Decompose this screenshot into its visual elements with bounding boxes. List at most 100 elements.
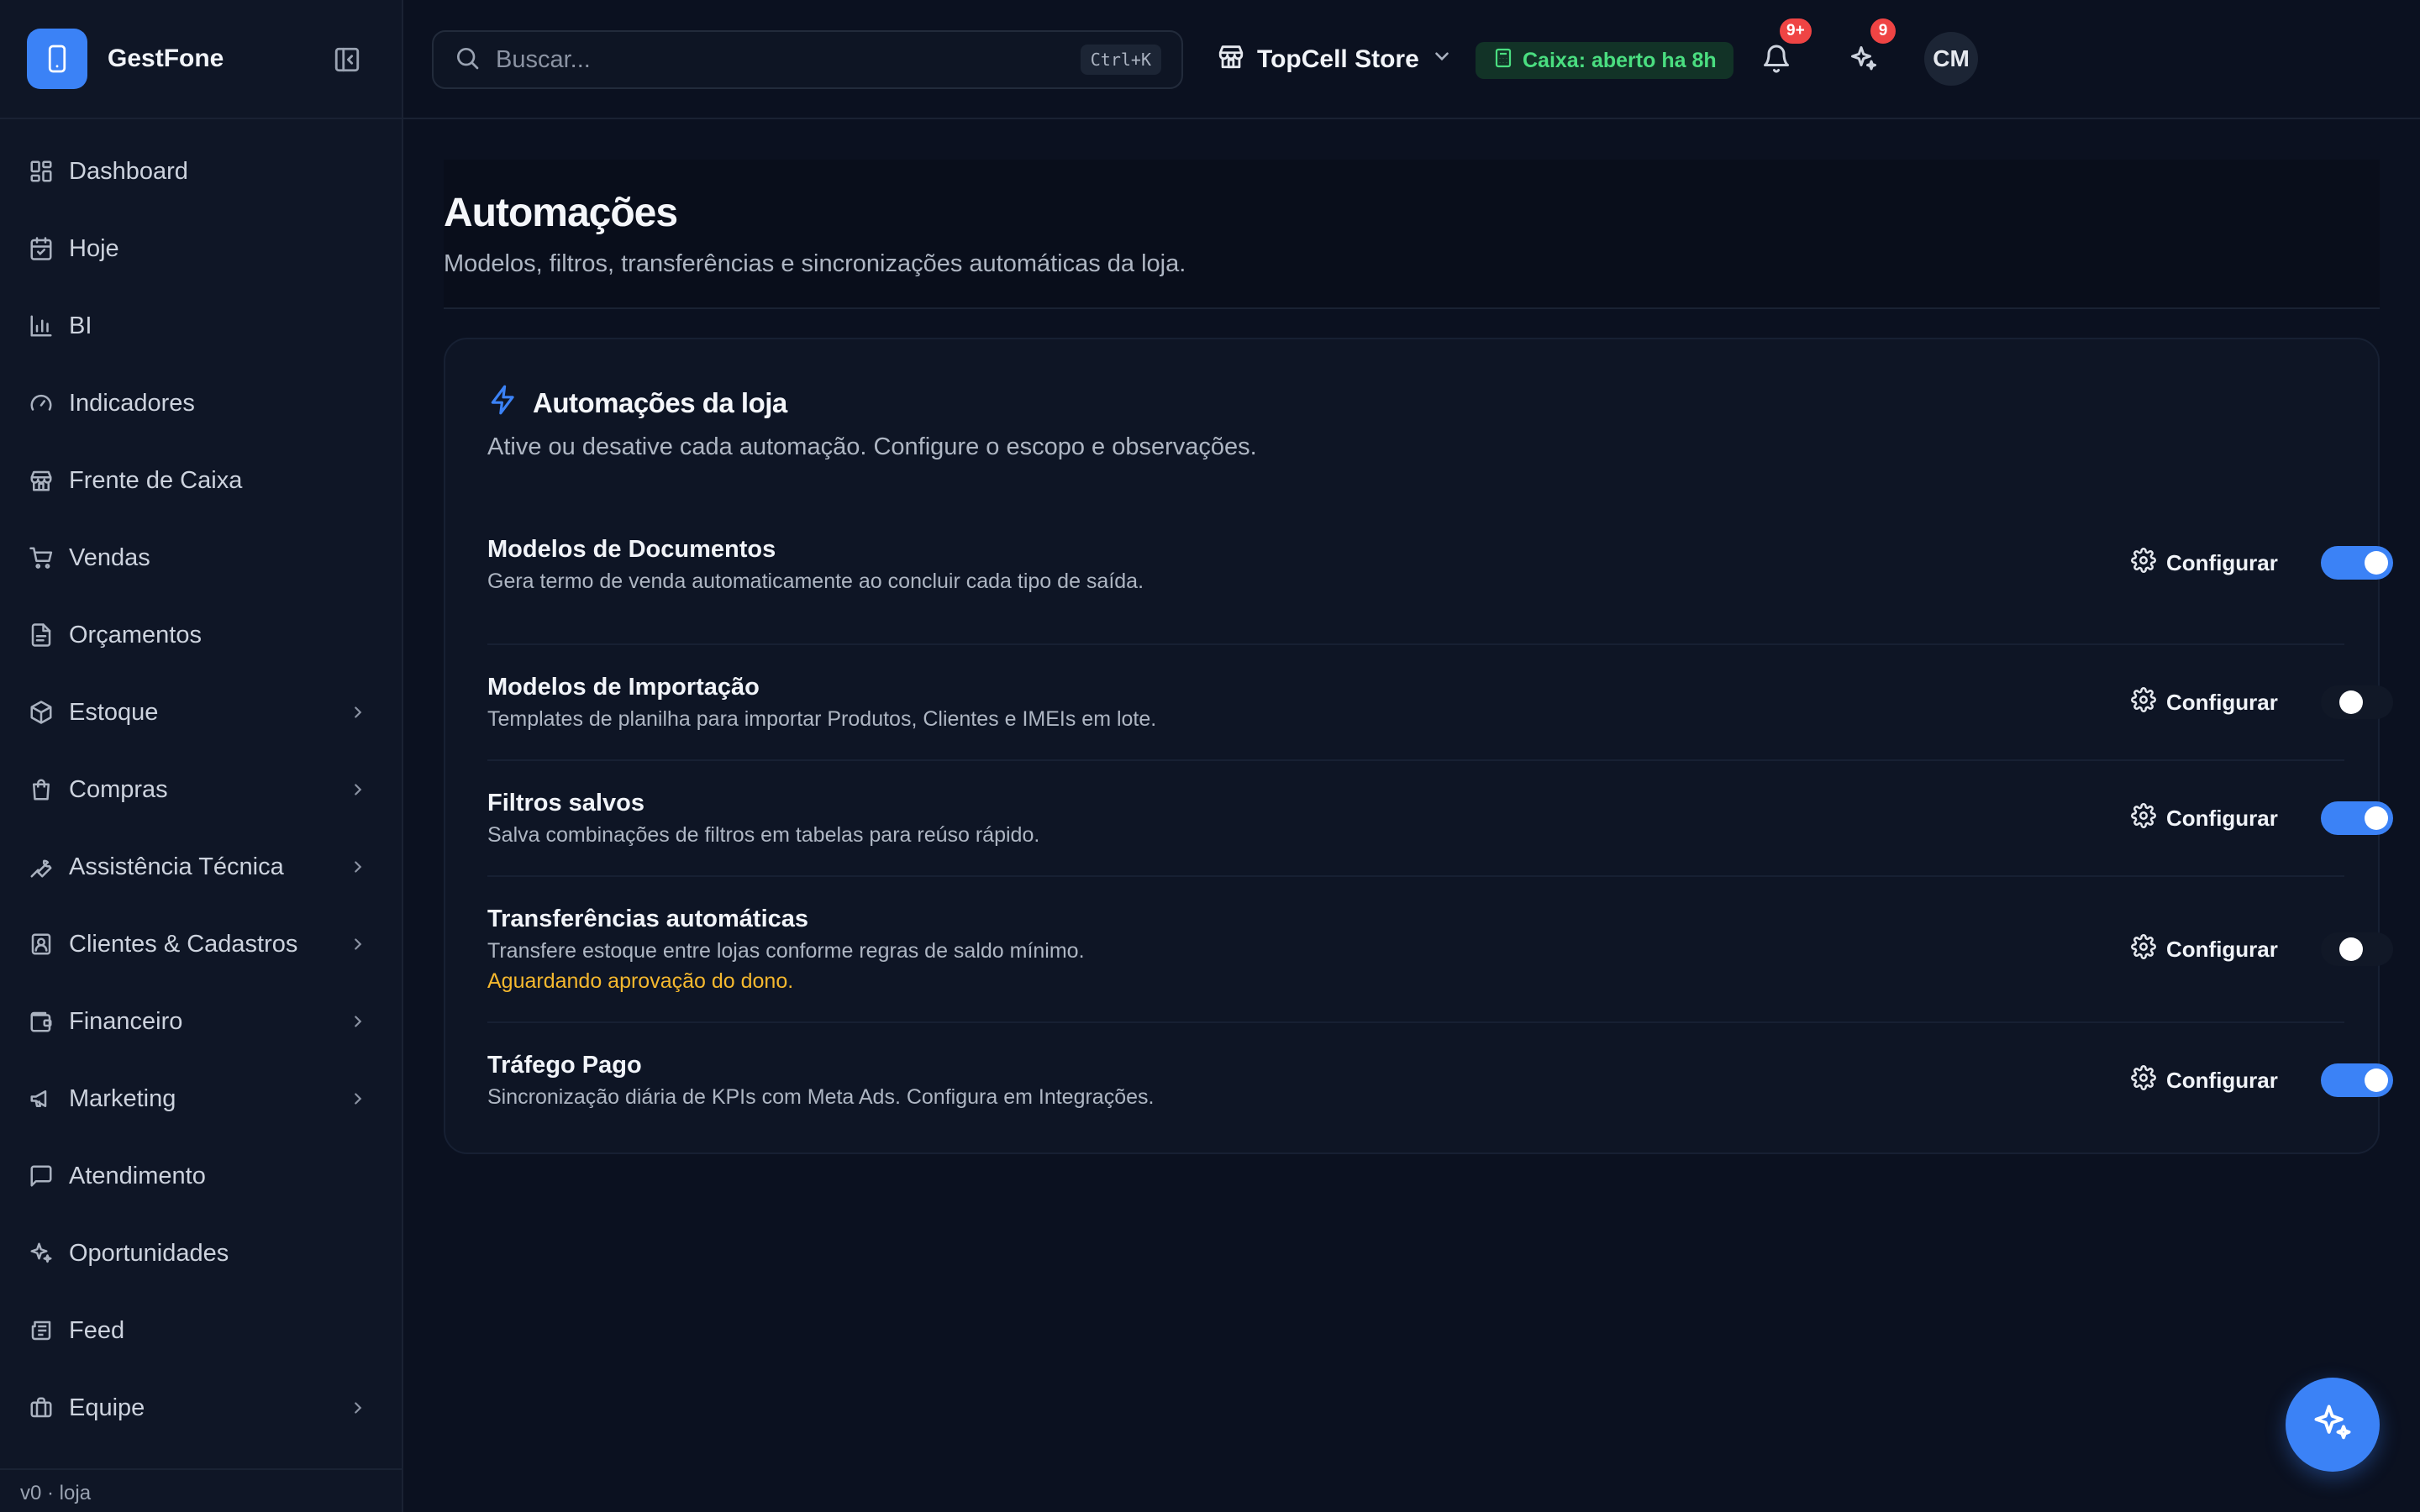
search-placeholder: Buscar...: [496, 45, 591, 73]
sidebar-item-hoje[interactable]: Hoje: [0, 210, 402, 287]
sparkles-icon: [2311, 1401, 2354, 1449]
configure-label: Configurar: [2166, 549, 2278, 575]
chevron-right-icon[interactable]: [346, 1010, 370, 1033]
automation-toggle[interactable]: [2321, 801, 2393, 835]
chevron-right-icon[interactable]: [346, 855, 370, 879]
automation-name: Modelos de Documentos: [487, 536, 776, 563]
chevron-down-icon: [1431, 45, 1453, 74]
store-selector[interactable]: TopCell Store: [1217, 40, 1453, 79]
search-shortcut: Ctrl+K: [1080, 45, 1161, 75]
chevron-right-icon[interactable]: [346, 1087, 370, 1110]
sidebar-item-orcamentos[interactable]: Orçamentos: [0, 596, 402, 674]
sidebar-item-indicadores[interactable]: Indicadores: [0, 365, 402, 442]
automation-toggle[interactable]: [2321, 1063, 2393, 1097]
chevron-right-icon[interactable]: [346, 1396, 370, 1420]
sidebar-item-assistencia-tecnica[interactable]: Assistência Técnica: [0, 828, 402, 906]
card-title-text: Automações da loja: [533, 387, 787, 418]
configure-button[interactable]: Configurar: [2131, 1063, 2278, 1097]
bell-icon: [1761, 44, 1791, 78]
search-icon: [454, 45, 481, 76]
zap-icon: [487, 383, 519, 423]
sidebar-item-clientes-cadastros[interactable]: Clientes & Cadastros: [0, 906, 402, 983]
cash-status-text: Caixa: aberto ha 8h: [1523, 48, 1717, 72]
configure-button[interactable]: Configurar: [2131, 546, 2278, 580]
automation-row: Modelos de Importação Templates de plani…: [487, 645, 2393, 761]
automation-toggle[interactable]: [2321, 546, 2393, 580]
sparkles-icon: [27, 1239, 55, 1268]
sidebar-item-label: Financeiro: [69, 1007, 183, 1035]
chevron-right-icon[interactable]: [346, 778, 370, 801]
automation-row: Transferências automáticas Transfere est…: [487, 877, 2393, 1023]
configure-label: Configurar: [2166, 936, 2278, 962]
store-name: TopCell Store: [1257, 45, 1419, 73]
sidebar-item-atendimento[interactable]: Atendimento: [0, 1137, 402, 1215]
automation-name: Modelos de Importação: [487, 674, 760, 701]
calendar-icon: [27, 234, 55, 263]
automation-row: Filtros salvos Salva combinações de filt…: [487, 761, 2393, 877]
sidebar-item-vendas[interactable]: Vendas: [0, 519, 402, 596]
sidebar-item-compras[interactable]: Compras: [0, 751, 402, 828]
cash-status-badge[interactable]: Caixa: aberto ha 8h: [1476, 42, 1733, 79]
chevron-right-icon[interactable]: [346, 701, 370, 724]
sidebar-item-feed[interactable]: Feed: [0, 1292, 402, 1369]
configure-button[interactable]: Configurar: [2131, 801, 2278, 835]
insights-button[interactable]: 9: [1840, 18, 1896, 84]
page-subtitle: Modelos, filtros, transferências e sincr…: [444, 250, 1186, 277]
gear-icon: [2131, 686, 2156, 718]
cart-icon: [27, 543, 55, 572]
brand-header: GestFone: [0, 0, 402, 119]
wrench-icon: [27, 853, 55, 881]
automation-toggle[interactable]: [2321, 932, 2393, 966]
sidebar-item-label: Feed: [69, 1316, 125, 1344]
automation-row: Tráfego Pago Sincronização diária de KPI…: [487, 1023, 2393, 1139]
page-title: Automações: [444, 191, 678, 235]
toggle-knob: [2365, 551, 2388, 575]
sidebar-item-frente-de-caixa[interactable]: Frente de Caixa: [0, 442, 402, 519]
smartphone-icon[interactable]: [27, 29, 87, 89]
notifications-badge: 9+: [1780, 18, 1812, 44]
sidebar-item-label: Hoje: [69, 234, 119, 262]
configure-button[interactable]: Configurar: [2131, 932, 2278, 966]
automation-name: Filtros salvos: [487, 790, 644, 816]
automation-toggle[interactable]: [2321, 685, 2393, 719]
toggle-knob: [2339, 690, 2363, 714]
automation-name: Transferências automáticas: [487, 906, 809, 932]
gear-icon: [2131, 547, 2156, 579]
sidebar-item-label: BI: [69, 312, 92, 339]
bar-chart-icon: [27, 312, 55, 340]
sidebar-item-label: Oportunidades: [69, 1239, 229, 1267]
version-label: v0 · loja: [0, 1468, 402, 1512]
sidebar-collapse-icon[interactable]: [331, 44, 363, 76]
topbar: Buscar... Ctrl+K TopCell Store Caixa: ab…: [403, 0, 2420, 119]
search-input[interactable]: Buscar... Ctrl+K: [432, 30, 1183, 89]
sparkles-icon: [1849, 44, 1879, 78]
sidebar-item-oportunidades[interactable]: Oportunidades: [0, 1215, 402, 1292]
sidebar-item-bi[interactable]: BI: [0, 287, 402, 365]
gauge-icon: [27, 389, 55, 417]
gear-icon: [2131, 933, 2156, 965]
sidebar-item-financeiro[interactable]: Financeiro: [0, 983, 402, 1060]
configure-button[interactable]: Configurar: [2131, 685, 2278, 719]
sidebar-item-marketing[interactable]: Marketing: [0, 1060, 402, 1137]
sidebar-item-label: Indicadores: [69, 389, 195, 417]
avatar[interactable]: CM: [1924, 32, 1978, 86]
sidebar-item-label: Equipe: [69, 1394, 145, 1421]
sidebar-item-label: Vendas: [69, 543, 150, 571]
sidebar-item-label: Clientes & Cadastros: [69, 930, 298, 958]
store-icon: [27, 466, 55, 495]
sidebar-item-dashboard[interactable]: Dashboard: [0, 133, 402, 210]
sidebar-item-equipe[interactable]: Equipe: [0, 1369, 402, 1446]
sidebar: GestFone Dashboard Hoje BI Indicadores F…: [0, 0, 403, 1512]
wallet-icon: [27, 1007, 55, 1036]
store-icon: [1217, 42, 1245, 77]
sidebar-item-label: Estoque: [69, 698, 159, 726]
notifications-button[interactable]: 9+: [1753, 18, 1812, 84]
ai-assistant-button[interactable]: [2286, 1378, 2380, 1472]
sidebar-item-estoque[interactable]: Estoque: [0, 674, 402, 751]
briefcase-icon: [27, 1394, 55, 1422]
card-title: Automações da loja: [487, 383, 787, 423]
sidebar-item-label: Orçamentos: [69, 621, 202, 648]
toggle-knob: [2365, 806, 2388, 830]
message-square-icon: [27, 1162, 55, 1190]
chevron-right-icon[interactable]: [346, 932, 370, 956]
